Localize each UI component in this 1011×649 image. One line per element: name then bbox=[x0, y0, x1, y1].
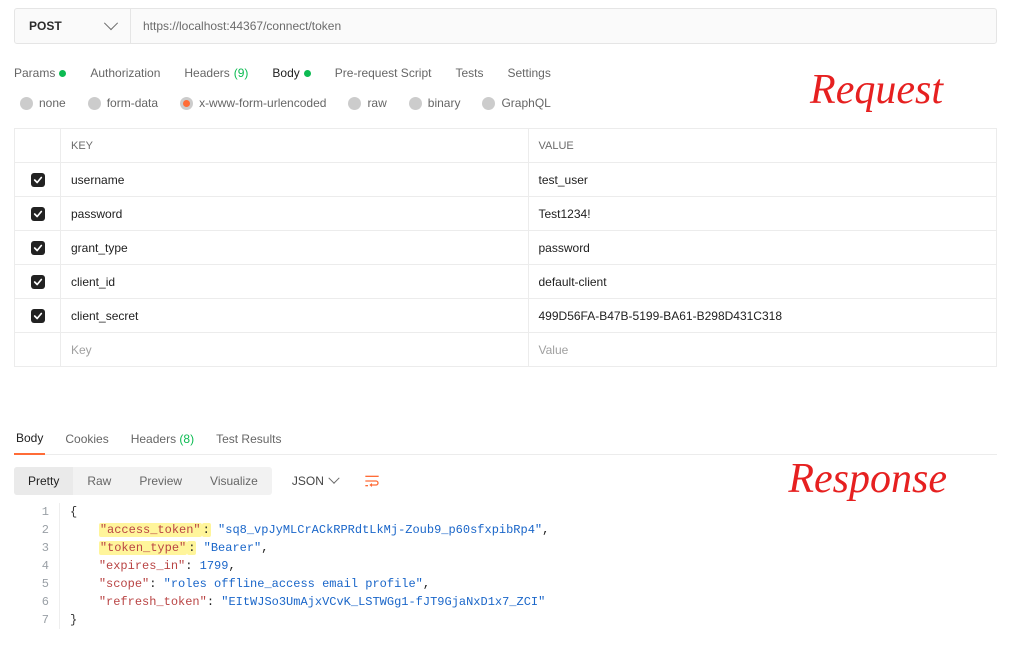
checkbox-checked-icon bbox=[31, 241, 45, 255]
table-empty-row: Key Value bbox=[15, 333, 996, 367]
tab-label: Body bbox=[272, 66, 299, 80]
checkbox-checked-icon bbox=[31, 275, 45, 289]
checkbox-cell bbox=[15, 333, 61, 367]
request-line: POST bbox=[14, 8, 997, 44]
radio-label: x-www-form-urlencoded bbox=[199, 96, 326, 110]
tab-params[interactable]: Params bbox=[14, 66, 66, 80]
resp-headers-count: (8) bbox=[179, 432, 194, 446]
table-row: client_iddefault-client bbox=[15, 265, 996, 299]
key-cell[interactable]: password bbox=[61, 197, 529, 231]
radio-label: none bbox=[39, 96, 66, 110]
radio-selected-icon bbox=[180, 97, 193, 110]
tab-label: Headers bbox=[131, 432, 176, 446]
table-row: usernametest_user bbox=[15, 163, 996, 197]
checkbox-checked-icon bbox=[31, 173, 45, 187]
body-none[interactable]: none bbox=[20, 96, 66, 110]
key-cell[interactable]: grant_type bbox=[61, 231, 529, 265]
tab-body[interactable]: Body bbox=[272, 66, 310, 80]
tab-prerequest[interactable]: Pre-request Script bbox=[335, 66, 432, 80]
value-cell[interactable]: default-client bbox=[529, 265, 997, 299]
tab-settings[interactable]: Settings bbox=[508, 66, 551, 80]
response-body-viewer[interactable]: 1234567 { "access_token": "sq8_vpJyMLCrA… bbox=[14, 503, 997, 629]
value-cell[interactable]: Test1234! bbox=[529, 197, 997, 231]
status-dot-icon bbox=[304, 70, 311, 77]
chevron-down-icon bbox=[328, 473, 339, 484]
table-header-row: KEY VALUE bbox=[15, 129, 996, 163]
value-cell[interactable]: 499D56FA-B47B-5199-BA61-B298D431C318 bbox=[529, 299, 997, 333]
radio-label: raw bbox=[367, 96, 386, 110]
headers-count: (9) bbox=[234, 66, 249, 80]
annotation-response-label: Response bbox=[788, 455, 947, 503]
key-cell[interactable]: username bbox=[61, 163, 529, 197]
tab-authorization[interactable]: Authorization bbox=[90, 66, 160, 80]
resp-tab-testresults[interactable]: Test Results bbox=[214, 426, 283, 454]
tab-tests[interactable]: Tests bbox=[455, 66, 483, 80]
value-cell[interactable]: password bbox=[529, 231, 997, 265]
body-binary[interactable]: binary bbox=[409, 96, 461, 110]
table-row: client_secret499D56FA-B47B-5199-BA61-B29… bbox=[15, 299, 996, 333]
view-mode-group: Pretty Raw Preview Visualize bbox=[14, 467, 272, 495]
code-lines: { "access_token": "sq8_vpJyMLCrACkRPRdtL… bbox=[60, 503, 549, 629]
body-xform[interactable]: x-www-form-urlencoded bbox=[180, 96, 326, 110]
url-input[interactable] bbox=[131, 9, 996, 43]
radio-icon bbox=[409, 97, 422, 110]
resp-tab-body[interactable]: Body bbox=[14, 425, 45, 455]
view-visualize-button[interactable]: Visualize bbox=[196, 467, 272, 495]
format-select[interactable]: JSON bbox=[280, 467, 350, 495]
value-cell[interactable]: test_user bbox=[529, 163, 997, 197]
checkbox-cell[interactable] bbox=[15, 299, 61, 333]
key-cell[interactable]: client_id bbox=[61, 265, 529, 299]
key-header: KEY bbox=[61, 129, 529, 163]
value-header: VALUE bbox=[529, 129, 997, 163]
checkbox-checked-icon bbox=[31, 207, 45, 221]
tab-label: Headers bbox=[184, 66, 229, 80]
response-tabs: Body Cookies Headers (8) Test Results bbox=[14, 425, 997, 455]
resp-tab-headers[interactable]: Headers (8) bbox=[129, 426, 196, 454]
body-formdata[interactable]: form-data bbox=[88, 96, 158, 110]
value-placeholder[interactable]: Value bbox=[539, 343, 569, 357]
radio-label: binary bbox=[428, 96, 461, 110]
checkbox-checked-icon bbox=[31, 309, 45, 323]
tab-headers[interactable]: Headers (9) bbox=[184, 66, 248, 80]
view-raw-button[interactable]: Raw bbox=[73, 467, 125, 495]
annotation-request-label: Request bbox=[810, 66, 943, 114]
http-method-value: POST bbox=[29, 19, 62, 33]
tab-label: Params bbox=[14, 66, 55, 80]
radio-icon bbox=[348, 97, 361, 110]
table-row: passwordTest1234! bbox=[15, 197, 996, 231]
radio-icon bbox=[20, 97, 33, 110]
view-preview-button[interactable]: Preview bbox=[125, 467, 196, 495]
resp-tab-cookies[interactable]: Cookies bbox=[63, 426, 110, 454]
body-graphql[interactable]: GraphQL bbox=[482, 96, 550, 110]
line-gutter: 1234567 bbox=[14, 503, 60, 629]
wrap-lines-button[interactable] bbox=[358, 468, 386, 494]
body-raw[interactable]: raw bbox=[348, 96, 386, 110]
key-cell[interactable]: client_secret bbox=[61, 299, 529, 333]
format-value: JSON bbox=[292, 474, 324, 488]
chevron-down-icon bbox=[104, 16, 118, 30]
view-pretty-button[interactable]: Pretty bbox=[14, 467, 73, 495]
radio-label: form-data bbox=[107, 96, 158, 110]
radio-icon bbox=[88, 97, 101, 110]
wrap-icon bbox=[364, 474, 380, 488]
http-method-select[interactable]: POST bbox=[15, 9, 131, 43]
checkbox-cell[interactable] bbox=[15, 265, 61, 299]
checkbox-cell[interactable] bbox=[15, 163, 61, 197]
checkbox-cell[interactable] bbox=[15, 231, 61, 265]
key-placeholder[interactable]: Key bbox=[71, 343, 92, 357]
status-dot-icon bbox=[59, 70, 66, 77]
radio-icon bbox=[482, 97, 495, 110]
radio-label: GraphQL bbox=[501, 96, 550, 110]
table-row: grant_typepassword bbox=[15, 231, 996, 265]
checkbox-header bbox=[15, 129, 61, 163]
form-urlencoded-table: KEY VALUE usernametest_userpasswordTest1… bbox=[14, 128, 997, 367]
checkbox-cell[interactable] bbox=[15, 197, 61, 231]
